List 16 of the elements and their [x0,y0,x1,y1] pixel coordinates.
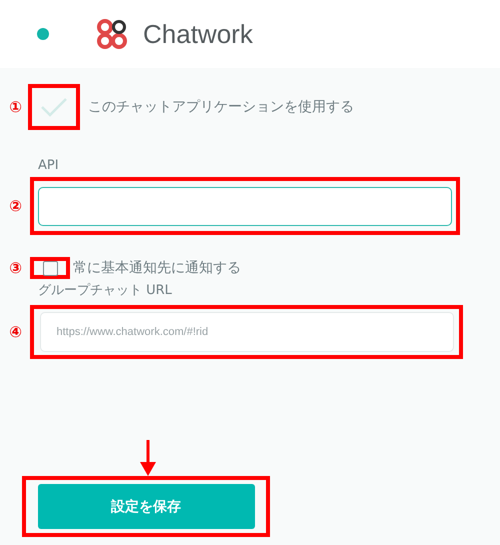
logo-icon [95,17,129,51]
annotation-number: ④ [8,323,22,341]
status-dot [37,28,49,40]
field-label: API [38,158,60,173]
checkbox-label: このチャットアプリケーションを使用する [88,98,354,116]
save-button[interactable]: 設定を保存 [38,484,254,529]
field-label: グループチャット URL [38,282,173,299]
annotation-number: ② [8,197,22,215]
url-field[interactable]: https://www.chatwork.com/#!rid [40,312,454,352]
checkbox-label: 常に基本通知先に通知する [73,259,241,277]
api-field[interactable] [38,186,452,226]
checkbox[interactable] [42,260,58,276]
annotation-number: ③ [8,259,22,277]
check-icon [40,97,68,117]
app-title: Chatwork [143,18,253,50]
annotation-number: ① [8,98,22,116]
